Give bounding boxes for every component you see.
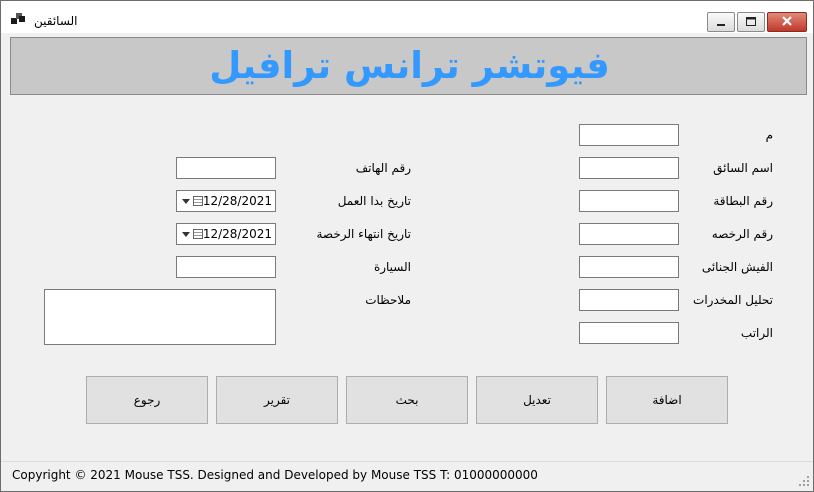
drug-test-input[interactable] <box>579 289 679 311</box>
window-title: السائقين <box>34 14 78 28</box>
id-card-input[interactable] <box>579 190 679 212</box>
license-expiry-picker[interactable]: 12/28/2021 <box>176 223 276 245</box>
search-button[interactable]: بحث <box>346 376 468 424</box>
app-window: السائقين فيوتشر ترانس ترافيل م اسم السائ… <box>0 0 814 492</box>
start-date-picker[interactable]: 12/28/2021 <box>176 190 276 212</box>
driver-name-label: اسم السائق <box>713 161 773 175</box>
header-banner: فيوتشر ترانس ترافيل <box>10 37 807 95</box>
license-expiry-value: 12/28/2021 <box>202 227 272 241</box>
driver-name-input[interactable] <box>579 157 679 179</box>
close-icon <box>782 16 792 26</box>
close-button[interactable] <box>767 12 807 32</box>
license-expiry-label: تاريخ انتهاء الرخصة <box>316 227 412 241</box>
salary-input[interactable] <box>579 322 679 344</box>
edit-button[interactable]: تعديل <box>476 376 598 424</box>
drug-test-label: تحليل المخدرات <box>693 293 773 307</box>
phone-input[interactable] <box>176 157 276 179</box>
criminal-record-input[interactable] <box>579 256 679 278</box>
id-card-label: رقم البطاقة <box>713 194 773 208</box>
chevron-down-icon[interactable] <box>182 199 190 204</box>
start-date-label: تاريخ بدا العمل <box>337 194 411 208</box>
back-button[interactable]: رجوع <box>86 376 208 424</box>
start-date-value: 12/28/2021 <box>202 194 272 208</box>
title-bar: السائقين <box>1 1 813 33</box>
calendar-icon <box>193 229 203 239</box>
minimize-button[interactable] <box>707 12 735 32</box>
window-controls <box>707 12 807 32</box>
add-button[interactable]: اضافة <box>606 376 728 424</box>
license-number-label: رقم الرخصه <box>711 227 773 241</box>
chevron-down-icon[interactable] <box>182 232 190 237</box>
notes-label: ملاحظات <box>365 293 411 307</box>
copyright-text: Copyright © 2021 Mouse TSS. Designed and… <box>12 468 538 482</box>
criminal-record-label: الفيش الجنائى <box>701 260 773 274</box>
maximize-icon <box>746 17 756 26</box>
calendar-icon <box>193 196 203 206</box>
salary-label: الراتب <box>740 326 773 340</box>
minimize-icon <box>717 24 725 26</box>
notes-textarea[interactable] <box>44 289 276 345</box>
serial-label: م <box>765 128 773 142</box>
car-label: السيارة <box>373 260 411 274</box>
company-title: فيوتشر ترانس ترافيل <box>209 44 610 87</box>
report-button[interactable]: تقرير <box>216 376 338 424</box>
app-icon <box>11 13 25 25</box>
phone-label: رقم الهاتف <box>355 161 411 175</box>
license-number-input[interactable] <box>579 223 679 245</box>
car-input[interactable] <box>176 256 276 278</box>
status-bar: Copyright © 2021 Mouse TSS. Designed and… <box>1 461 813 491</box>
maximize-button[interactable] <box>737 12 765 32</box>
resize-grip-icon[interactable] <box>799 476 809 486</box>
serial-input[interactable] <box>579 124 679 146</box>
